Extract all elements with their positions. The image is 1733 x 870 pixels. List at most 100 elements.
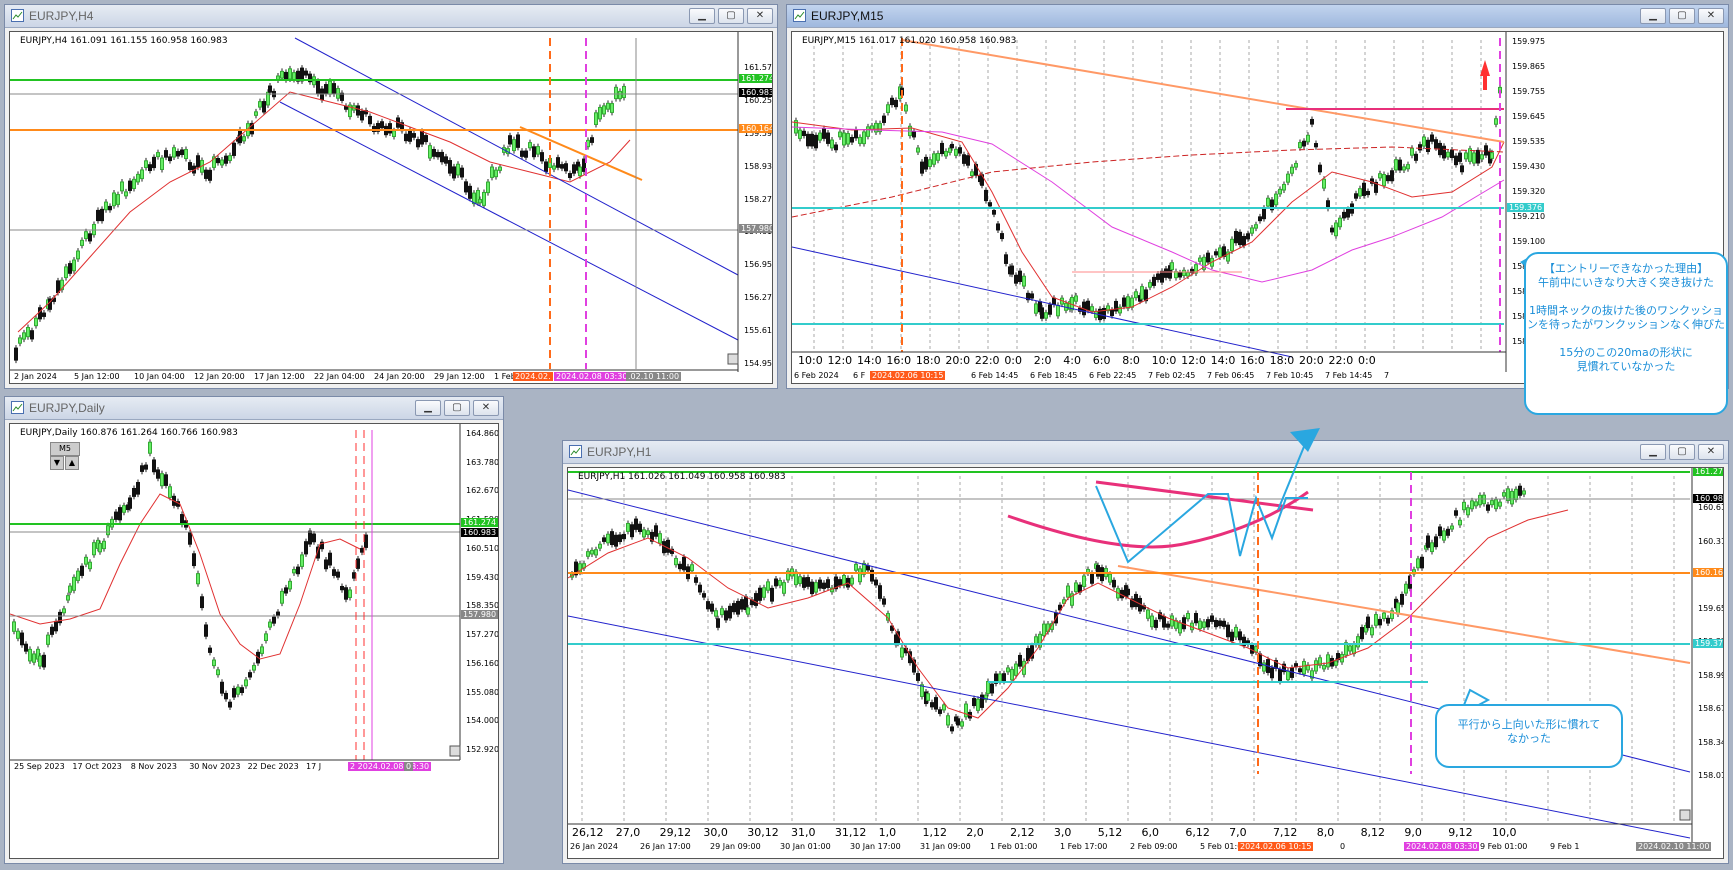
window-titlebar[interactable]: EURJPY,H1 ▁ ▢ ✕ bbox=[563, 441, 1728, 464]
candle-body bbox=[280, 590, 284, 604]
candle-body bbox=[996, 223, 1000, 231]
axis-label: 1,0 bbox=[878, 826, 897, 839]
minimize-button[interactable]: ▁ bbox=[1640, 444, 1666, 460]
timeframe-down-button[interactable]: ▼ bbox=[50, 456, 64, 470]
maximize-button[interactable]: ▢ bbox=[1669, 8, 1695, 24]
axis-label: 17 Jan 12:00 bbox=[254, 372, 305, 381]
axis-label: 159.320 bbox=[1512, 187, 1546, 196]
maximize-button[interactable]: ▢ bbox=[718, 8, 744, 24]
candle-body bbox=[810, 133, 814, 147]
axis-label: 4:0 bbox=[1063, 354, 1081, 367]
candle-body bbox=[1254, 224, 1258, 229]
candle-body bbox=[144, 160, 148, 168]
minimize-button[interactable]: ▁ bbox=[1640, 8, 1666, 24]
candle-body bbox=[38, 655, 42, 667]
candle-body bbox=[1090, 306, 1094, 312]
scroll-corner-button[interactable] bbox=[727, 353, 739, 365]
close-button[interactable]: ✕ bbox=[1698, 8, 1724, 24]
candle-body bbox=[1014, 663, 1018, 676]
axis-label: 10:0 bbox=[1151, 354, 1177, 367]
scroll-corner-button[interactable] bbox=[1679, 809, 1691, 821]
axis-label: 25 Sep 2023 bbox=[14, 762, 65, 771]
scroll-corner-button[interactable] bbox=[449, 745, 461, 757]
axis-label: 7,0 bbox=[1229, 826, 1247, 839]
price-tag-green: 161.274 bbox=[1693, 468, 1723, 476]
candle-body bbox=[728, 605, 732, 619]
candle-body bbox=[954, 148, 958, 156]
time-tag-magenta: 2024.02.08 03:30 bbox=[554, 372, 630, 381]
candle-body bbox=[1156, 273, 1160, 280]
axis-label: 156.160 bbox=[466, 658, 499, 668]
chart-area-h1[interactable]: EURJPY,H1 161.026 161.049 160.958 160.98… bbox=[567, 467, 1724, 859]
candle-body bbox=[1258, 216, 1262, 222]
candle-body bbox=[1290, 166, 1294, 174]
candle-body bbox=[68, 263, 72, 274]
axis-label: 163.780 bbox=[466, 457, 499, 467]
window-eurjpy-h1: EURJPY,H1 ▁ ▢ ✕ EURJPY,H1 161.026 161.04… bbox=[562, 440, 1729, 864]
close-button[interactable]: ✕ bbox=[747, 8, 773, 24]
price-tag-green: 161.274 bbox=[739, 74, 772, 83]
candle-body bbox=[1398, 159, 1402, 171]
candle-body bbox=[774, 578, 778, 587]
maximize-button[interactable]: ▢ bbox=[444, 400, 470, 416]
candle-body bbox=[1266, 197, 1270, 207]
candle-body bbox=[1242, 235, 1246, 246]
candle-body bbox=[1226, 624, 1230, 638]
candle-body bbox=[634, 518, 638, 530]
axis-label: 8:0 bbox=[1122, 354, 1140, 367]
close-button[interactable]: ✕ bbox=[1698, 444, 1724, 460]
candle-body bbox=[516, 134, 520, 148]
candle-body bbox=[448, 160, 452, 174]
candle-body bbox=[622, 533, 626, 540]
chart-area-daily[interactable]: EURJPY,Daily 160.876 161.264 160.766 160… bbox=[9, 423, 499, 859]
timeframe-up-button[interactable]: ▲ bbox=[65, 456, 79, 470]
chart-area-h4[interactable]: EURJPY,H4 161.091 161.155 160.958 160.98… bbox=[9, 31, 773, 384]
candle-body bbox=[846, 133, 850, 145]
minimize-button[interactable]: ▁ bbox=[689, 8, 715, 24]
candle-body bbox=[1126, 588, 1130, 596]
window-titlebar[interactable]: EURJPY,M15 ▁ ▢ ✕ bbox=[787, 5, 1728, 28]
candle-body bbox=[782, 582, 786, 594]
ma-magenta-line bbox=[792, 126, 1505, 283]
callout-line: 1時間ネックの抜けた後のワンクッショ bbox=[1529, 304, 1723, 317]
candle-body bbox=[1042, 623, 1046, 636]
axis-label: 5 Jan 12:00 bbox=[74, 372, 120, 381]
candle-body bbox=[148, 441, 152, 454]
close-button[interactable]: ✕ bbox=[473, 400, 499, 416]
candle-body bbox=[124, 191, 128, 197]
candle-body bbox=[1378, 618, 1382, 626]
candle-body bbox=[192, 553, 196, 567]
minimize-button[interactable]: ▁ bbox=[415, 400, 441, 416]
candle-body bbox=[1484, 145, 1488, 156]
candle-body bbox=[1480, 154, 1484, 160]
hour-axis: 10:0 12:0 14:0 16:0 18:0 20:0 22:0 0:0 2:0 4:0 6:0… bbox=[792, 354, 1506, 368]
window-titlebar[interactable]: EURJPY,H4 ▁ ▢ ✕ bbox=[5, 5, 777, 28]
price-axis: 164.860163.780162.670161.590160.510159.4… bbox=[464, 424, 498, 760]
maximize-button[interactable]: ▢ bbox=[1669, 444, 1695, 460]
candle-body bbox=[46, 634, 50, 645]
candle-body bbox=[420, 130, 424, 145]
candle-body bbox=[80, 239, 84, 246]
candle-body bbox=[594, 549, 598, 556]
candle-body bbox=[208, 169, 212, 181]
candle-body bbox=[798, 576, 802, 584]
candle-body bbox=[1416, 558, 1420, 569]
candle-body bbox=[452, 166, 456, 179]
candle-body bbox=[1074, 295, 1078, 302]
candle-body bbox=[1314, 660, 1318, 672]
axis-label: 6:0 bbox=[1092, 354, 1111, 367]
candle-body bbox=[850, 136, 854, 143]
candle-body bbox=[1186, 613, 1190, 620]
window-titlebar[interactable]: EURJPY,Daily ▁ ▢ ✕ bbox=[5, 397, 503, 420]
candle-body bbox=[1394, 159, 1398, 171]
callout-line: 見慣れていなかった bbox=[1576, 360, 1676, 373]
candle-body bbox=[156, 152, 160, 158]
candle-body bbox=[38, 307, 42, 320]
candle-body bbox=[540, 152, 544, 162]
candle-body bbox=[312, 533, 316, 543]
timeframe-button[interactable]: M5 bbox=[50, 442, 80, 456]
candle-body bbox=[1426, 139, 1430, 153]
axis-label: 159.755 bbox=[1512, 87, 1546, 96]
candle-body bbox=[1458, 152, 1462, 162]
candle-body bbox=[1000, 233, 1004, 240]
